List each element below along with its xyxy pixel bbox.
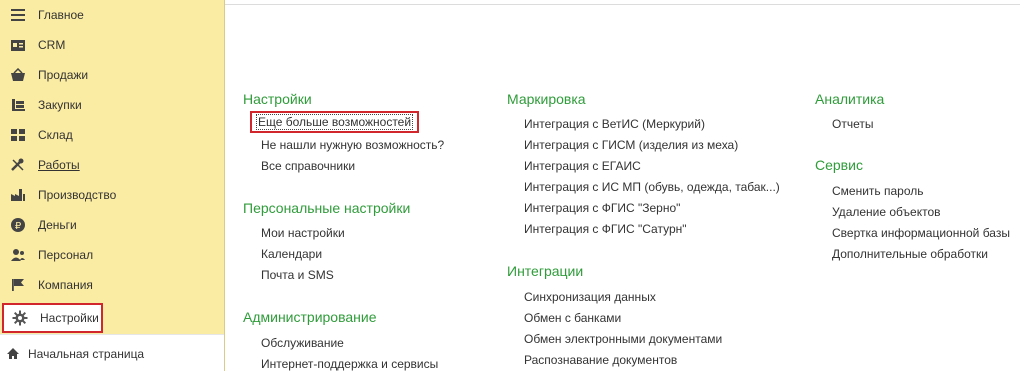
sidebar-item-label: CRM: [38, 38, 66, 52]
sidebar-item-label: Продажи: [38, 68, 89, 82]
people-icon: [9, 246, 27, 264]
section-title-marking: Маркировка: [507, 91, 586, 107]
link-change-password[interactable]: Сменить пароль: [832, 184, 924, 198]
main-panel: Настройки Еще больше возможностей Не наш…: [225, 0, 1024, 371]
section-title-settings: Настройки: [243, 91, 312, 107]
sidebar-item-production[interactable]: Производство: [0, 180, 224, 210]
link-doc-recognition[interactable]: Распознавание документов: [524, 353, 677, 367]
sidebar-item-settings[interactable]: Настройки: [2, 303, 103, 333]
link-delete-objects[interactable]: Удаление объектов: [832, 205, 941, 219]
section-title-administration: Администрирование: [243, 309, 377, 325]
link-fgis-saturn[interactable]: Интеграция с ФГИС "Сатурн": [524, 222, 687, 236]
warehouse-grid-icon: [9, 126, 27, 144]
link-edi[interactable]: Обмен электронными документами: [524, 332, 722, 346]
tools-icon: [9, 156, 27, 174]
sidebar-item-company[interactable]: Компания: [0, 270, 224, 300]
sidebar-item-personnel[interactable]: Персонал: [0, 240, 224, 270]
sidebar-item-money[interactable]: ₽ Деньги: [0, 210, 224, 240]
cart-icon: [9, 96, 27, 114]
sidebar-item-label: Настройки: [40, 311, 99, 325]
svg-text:₽: ₽: [15, 221, 22, 232]
home-page-label: Начальная страница: [28, 346, 145, 361]
section-title-service: Сервис: [815, 157, 863, 173]
crm-card-icon: [9, 36, 27, 54]
sidebar-item-label: Склад: [38, 128, 73, 142]
home-icon: [5, 346, 21, 362]
sidebar-item-label: Компания: [38, 278, 93, 292]
section-title-analytics: Аналитика: [815, 91, 885, 107]
sidebar-item-label: Производство: [38, 188, 117, 202]
sidebar-item-warehouse[interactable]: Склад: [0, 120, 224, 150]
section-title-personal-settings: Персональные настройки: [243, 200, 411, 216]
link-more-features[interactable]: Еще больше возможностей: [250, 111, 420, 133]
menu-lines-icon: [9, 6, 27, 24]
basket-icon: [9, 66, 27, 84]
sidebar-item-label: Закупки: [38, 98, 82, 112]
link-vetis[interactable]: Интеграция с ВетИС (Меркурий): [524, 117, 705, 131]
link-maintenance[interactable]: Обслуживание: [261, 336, 344, 350]
sidebar-item-label: Работы: [38, 158, 80, 172]
link-mail-sms[interactable]: Почта и SMS: [261, 268, 334, 282]
link-my-settings[interactable]: Мои настройки: [261, 226, 345, 240]
flag-icon: [9, 276, 27, 294]
link-label: Еще больше возможностей: [256, 114, 414, 130]
gear-icon: [11, 309, 29, 327]
link-internet-support[interactable]: Интернет-поддержка и сервисы: [261, 357, 438, 371]
link-data-sync[interactable]: Синхронизация данных: [524, 290, 656, 304]
link-gism[interactable]: Интеграция с ГИСМ (изделия из меха): [524, 138, 738, 152]
factory-icon: [9, 186, 27, 204]
link-extra-processing[interactable]: Дополнительные обработки: [832, 247, 988, 261]
link-reports[interactable]: Отчеты: [832, 117, 873, 131]
link-fgis-zerno[interactable]: Интеграция с ФГИС "Зерно": [524, 201, 680, 215]
sidebar-item-works[interactable]: Работы: [0, 150, 224, 180]
link-feature-not-found[interactable]: Не нашли нужную возможность?: [261, 138, 444, 152]
sidebar-item-main[interactable]: Главное: [0, 0, 224, 30]
sidebar-item-purchases[interactable]: Закупки: [0, 90, 224, 120]
link-egais[interactable]: Интеграция с ЕГАИС: [524, 159, 641, 173]
divider: [225, 4, 1020, 5]
link-all-catalogs[interactable]: Все справочники: [261, 159, 355, 173]
sidebar-item-label: Главное: [38, 8, 84, 22]
sidebar-item-sales[interactable]: Продажи: [0, 60, 224, 90]
link-calendars[interactable]: Календари: [261, 247, 322, 261]
link-bank-exchange[interactable]: Обмен с банками: [524, 311, 621, 325]
sidebar: Главное CRM Продажи Закупки Склад Работы…: [0, 0, 225, 372]
sidebar-item-label: Персонал: [38, 248, 94, 262]
section-title-integrations: Интеграции: [507, 263, 584, 279]
ruble-coin-icon: ₽: [9, 216, 27, 234]
home-page-button[interactable]: Начальная страница: [0, 334, 224, 372]
sidebar-item-label: Деньги: [38, 218, 77, 232]
link-infobase-collapse[interactable]: Свертка информационной базы: [832, 226, 1010, 240]
sidebar-item-crm[interactable]: CRM: [0, 30, 224, 60]
link-is-mp[interactable]: Интеграция с ИС МП (обувь, одежда, табак…: [524, 180, 780, 194]
